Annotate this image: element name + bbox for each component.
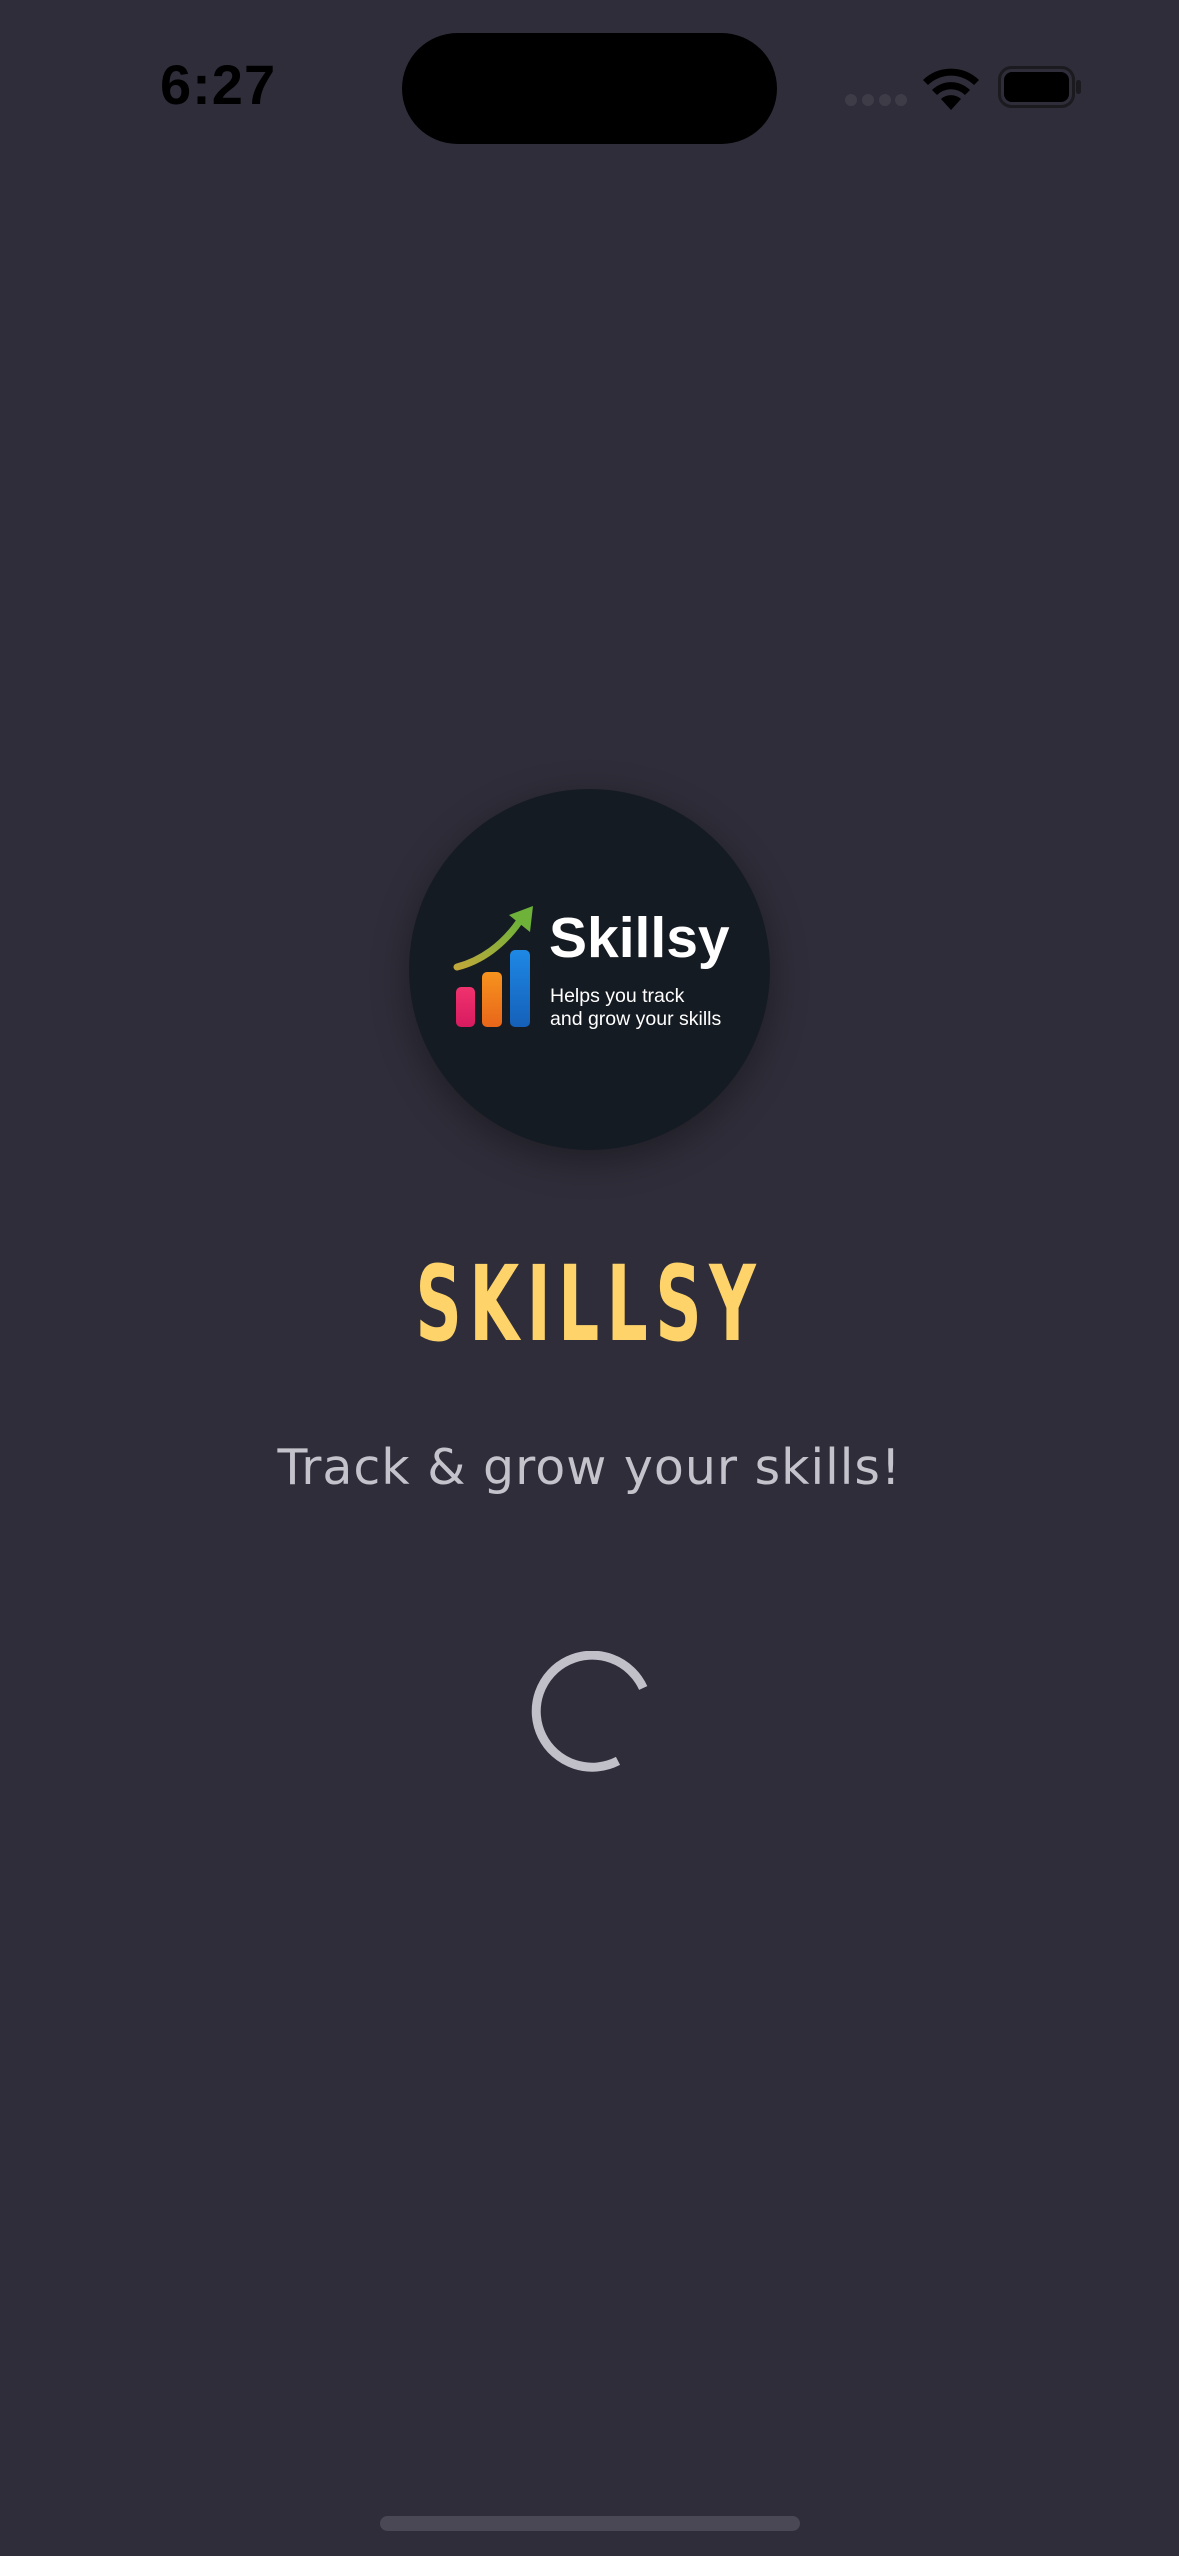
cellular-signal-icon (845, 94, 907, 106)
chart-logo-icon (453, 906, 533, 1027)
battery-icon (998, 66, 1081, 108)
logo-growth-arrow (453, 918, 523, 971)
loading-spinner-icon (531, 1651, 648, 1772)
app-title: SKILLSY (415, 1243, 764, 1365)
logo-bar-orange (482, 972, 502, 1027)
dynamic-island (402, 33, 777, 144)
logo-bar-pink (456, 987, 475, 1027)
wifi-icon (923, 68, 979, 110)
logo-subtitle-line1: Helps you track (550, 985, 685, 1007)
logo-brand-name: Skillsy (549, 906, 730, 970)
status-bar: 6:27 (0, 0, 1179, 180)
logo-subtitle-line2: and grow your skills (550, 1008, 721, 1030)
status-time: 6:27 (160, 53, 277, 116)
tagline: Track & grow your skills! (277, 1439, 902, 1496)
logo-bar-blue (510, 950, 530, 1027)
app-logo: Skillsy Helps you track and grow your sk… (409, 789, 770, 1150)
home-indicator[interactable] (380, 2516, 800, 2531)
